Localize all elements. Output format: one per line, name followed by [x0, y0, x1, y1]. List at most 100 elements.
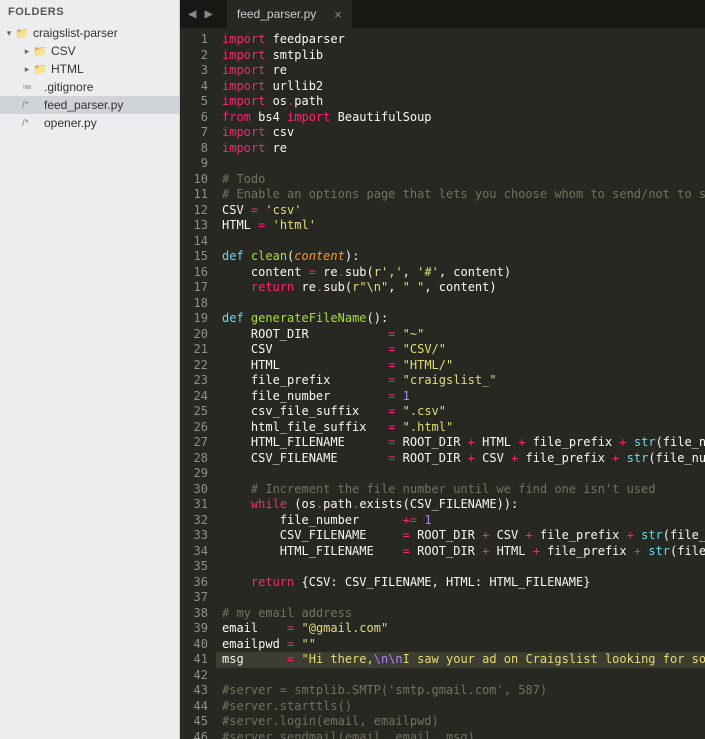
file-item[interactable]: /*opener.py: [0, 114, 179, 132]
code-line: # Increment the file number until we fin…: [222, 482, 705, 498]
code-line: HTML_FILENAME = ROOT_DIR + HTML + file_p…: [222, 435, 705, 451]
line-number: 13: [184, 218, 208, 234]
code-line: return {CSV: CSV_FILENAME, HTML: HTML_FI…: [222, 575, 705, 591]
file-item[interactable]: /*feed_parser.py: [0, 96, 179, 114]
line-number: 35: [184, 559, 208, 575]
code-line: [222, 466, 705, 482]
code-line: file_prefix = "craigslist_": [222, 373, 705, 389]
editor[interactable]: 1234567891011121314151617181920212223242…: [180, 28, 705, 739]
close-icon[interactable]: ×: [334, 7, 342, 22]
line-number: 23: [184, 373, 208, 389]
line-number: 44: [184, 699, 208, 715]
chevron-right-icon: ▸: [22, 46, 32, 57]
line-number: 15: [184, 249, 208, 265]
code-line: #server.login(email, emailpwd): [222, 714, 705, 730]
item-label: opener.py: [44, 116, 97, 130]
folder-item[interactable]: ▸HTML: [0, 60, 179, 78]
line-number: 1: [184, 32, 208, 48]
code-line: CSV_FILENAME = ROOT_DIR + CSV + file_pre…: [222, 528, 705, 544]
code-line: #server.sendmail(email, email, msg): [222, 730, 705, 739]
tabbar: ◀ ▶ feed_parser.py ×: [180, 0, 705, 28]
code-area[interactable]: import feedparserimport smtplibimport re…: [216, 28, 705, 739]
nav-back-icon[interactable]: ◀: [186, 6, 198, 22]
line-number: 8: [184, 141, 208, 157]
line-number: 3: [184, 63, 208, 79]
tab-file[interactable]: feed_parser.py ×: [227, 0, 352, 28]
code-line: [222, 234, 705, 250]
item-label: HTML: [51, 62, 84, 76]
sidebar-header: FOLDERS: [0, 0, 179, 24]
line-number: 41: [184, 652, 208, 668]
line-number: 39: [184, 621, 208, 637]
file-item[interactable]: ≔.gitignore: [0, 78, 179, 96]
code-line: file_number += 1: [222, 513, 705, 529]
line-number: 2: [184, 48, 208, 64]
line-number: 14: [184, 234, 208, 250]
code-line: CSV = 'csv': [222, 203, 705, 219]
code-line: # my email address: [222, 606, 705, 622]
code-line: email = "@gmail.com": [222, 621, 705, 637]
line-number: 46: [184, 730, 208, 739]
code-line: from bs4 import BeautifulSoup: [222, 110, 705, 126]
folder-label: craigslist-parser: [33, 26, 118, 40]
line-number: 11: [184, 187, 208, 203]
code-line: msg = "Hi there,\n\nI saw your ad on Cra…: [216, 652, 705, 668]
line-number: 7: [184, 125, 208, 141]
code-line: import feedparser: [222, 32, 705, 48]
item-label: CSV: [51, 44, 76, 58]
line-number: 31: [184, 497, 208, 513]
item-label: feed_parser.py: [44, 98, 123, 112]
code-line: [222, 296, 705, 312]
tab-label: feed_parser.py: [237, 7, 316, 21]
code-line: import os.path: [222, 94, 705, 110]
code-line: CSV = "CSV/": [222, 342, 705, 358]
code-line: import csv: [222, 125, 705, 141]
line-number: 27: [184, 435, 208, 451]
folder-icon: [32, 63, 48, 76]
line-number: 25: [184, 404, 208, 420]
file-type-icon: /*: [22, 100, 42, 111]
line-number: 42: [184, 668, 208, 684]
code-line: HTML = 'html': [222, 218, 705, 234]
code-line: ROOT_DIR = "~": [222, 327, 705, 343]
folder-icon: [14, 27, 30, 40]
line-number: 24: [184, 389, 208, 405]
line-number: 21: [184, 342, 208, 358]
line-number: 33: [184, 528, 208, 544]
main: ◀ ▶ feed_parser.py × 1234567891011121314…: [180, 0, 705, 739]
code-line: #server.starttls(): [222, 699, 705, 715]
chevron-down-icon: ▾: [4, 28, 14, 39]
code-line: # Enable an options page that lets you c…: [222, 187, 705, 203]
code-line: [222, 668, 705, 684]
line-number: 38: [184, 606, 208, 622]
line-number: 6: [184, 110, 208, 126]
code-line: import urllib2: [222, 79, 705, 95]
code-line: import re: [222, 63, 705, 79]
code-line: html_file_suffix = ".html": [222, 420, 705, 436]
line-number: 32: [184, 513, 208, 529]
folder-root[interactable]: ▾ craigslist-parser: [0, 24, 179, 42]
line-number: 22: [184, 358, 208, 374]
file-type-icon: /*: [22, 118, 42, 129]
folder-item[interactable]: ▸ CSV: [0, 42, 179, 60]
code-line: import smtplib: [222, 48, 705, 64]
line-number: 30: [184, 482, 208, 498]
line-number: 29: [184, 466, 208, 482]
line-number: 4: [184, 79, 208, 95]
code-line: # Todo: [222, 172, 705, 188]
line-number: 45: [184, 714, 208, 730]
line-number: 5: [184, 94, 208, 110]
folder-icon: [32, 45, 48, 58]
line-number: 28: [184, 451, 208, 467]
line-number: 36: [184, 575, 208, 591]
code-line: def generateFileName():: [222, 311, 705, 327]
line-number: 10: [184, 172, 208, 188]
tab-nav: ◀ ▶: [180, 6, 221, 22]
file-type-icon: ≔: [22, 82, 42, 93]
code-line: emailpwd = "": [222, 637, 705, 653]
code-line: csv_file_suffix = ".csv": [222, 404, 705, 420]
code-line: CSV_FILENAME = ROOT_DIR + CSV + file_pre…: [222, 451, 705, 467]
line-number: 17: [184, 280, 208, 296]
nav-forward-icon[interactable]: ▶: [202, 6, 214, 22]
code-line: content = re.sub(r',', '#', content): [222, 265, 705, 281]
